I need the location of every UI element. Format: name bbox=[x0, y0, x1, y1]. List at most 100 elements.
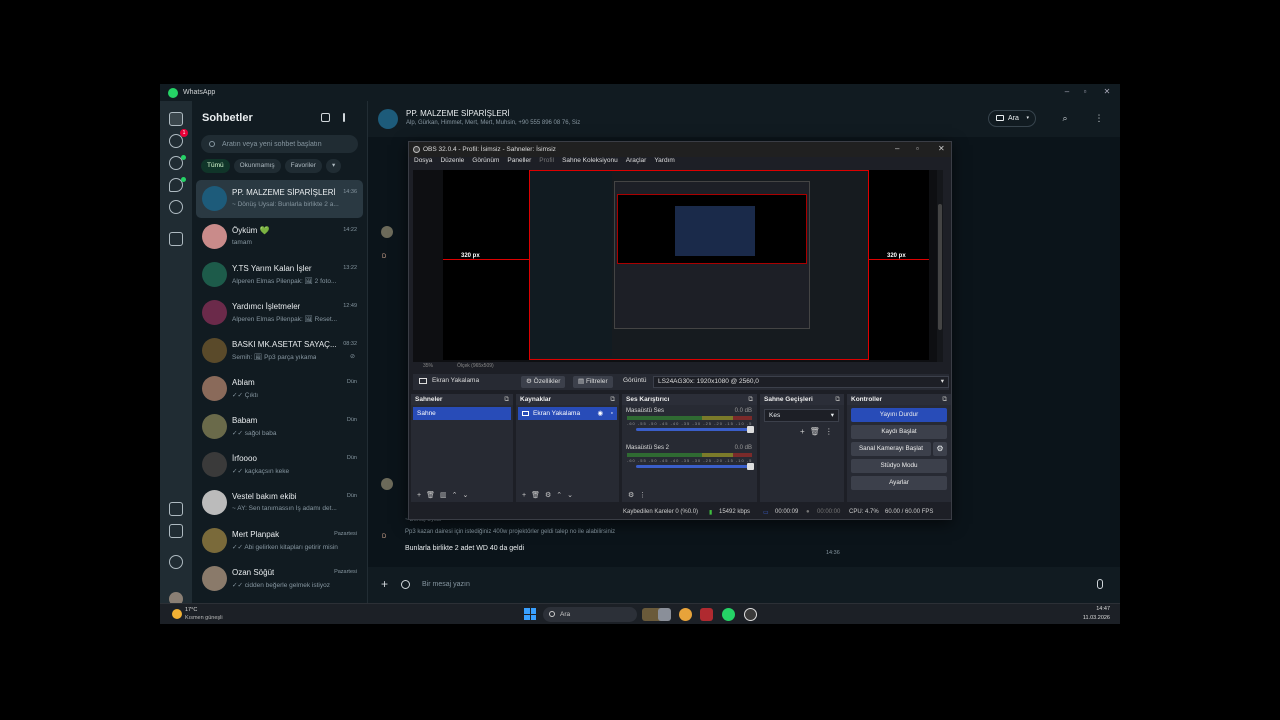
menu-icon[interactable] bbox=[343, 113, 345, 122]
chat-list-title: Sohbetler bbox=[202, 112, 253, 124]
chrome-icon[interactable] bbox=[679, 608, 692, 621]
whatsapp-icon[interactable] bbox=[722, 608, 735, 621]
menu-icon[interactable]: ⋮ bbox=[1094, 113, 1104, 123]
captured-screen-source[interactable] bbox=[529, 170, 869, 360]
start-recording-button[interactable]: Kaydı Başlat bbox=[851, 425, 947, 439]
menu-scene-collection[interactable]: Sahne Koleksiyonu bbox=[562, 157, 618, 169]
chat-list-item[interactable]: Babam Dün ✓✓ sağol baba bbox=[196, 408, 363, 446]
group-avatar[interactable] bbox=[378, 109, 398, 129]
menu-file[interactable]: Dosya bbox=[414, 157, 432, 169]
transition-select[interactable]: Kes ▾ bbox=[764, 409, 839, 422]
settings-button[interactable]: Ayarlar bbox=[851, 476, 947, 490]
chat-list-item[interactable]: PP. MALZEME SİPARİŞLERİ 14:36 ~ Dönüş Uysa… bbox=[196, 180, 363, 218]
nav-rail: 1 bbox=[160, 101, 192, 606]
volume-slider[interactable] bbox=[636, 426, 754, 433]
preview-scrollbar[interactable] bbox=[937, 170, 943, 362]
start-virtual-camera-button[interactable]: Sanal Kamerayı Başlat bbox=[851, 442, 931, 456]
dock-float-icon[interactable]: ⧉ bbox=[610, 394, 615, 405]
call-button[interactable]: Ara ▾ bbox=[988, 110, 1036, 127]
weather-condition[interactable]: Kısmen güneşli bbox=[185, 615, 223, 621]
chat-list-item[interactable]: Ablam Dün ✓✓ Çıktı bbox=[196, 370, 363, 408]
zoom-value[interactable]: 35% bbox=[423, 363, 433, 369]
source-item[interactable]: Ekran Yakalama ◉ ▫ bbox=[518, 407, 617, 420]
clock-date[interactable]: 11.03.2026 bbox=[1083, 615, 1110, 621]
mixer-toolbar[interactable]: ⚙⋮ bbox=[622, 490, 757, 502]
display-value: LS24AG30x: 1920x1080 @ 2560,0 bbox=[658, 378, 759, 385]
display-select[interactable]: LS24AG30x: 1920x1080 @ 2560,0 ▾ bbox=[653, 376, 949, 388]
volume-slider[interactable] bbox=[636, 463, 754, 470]
chevron-down-icon: ▾ bbox=[830, 412, 834, 419]
menu-tools[interactable]: Araçlar bbox=[626, 157, 647, 169]
clock-time[interactable]: 14:47 bbox=[1096, 606, 1110, 612]
lock-icon[interactable]: ▫ bbox=[611, 407, 613, 420]
minimize-icon[interactable]: – bbox=[895, 144, 899, 153]
menu-docks[interactable]: Paneller bbox=[507, 157, 531, 169]
menu-help[interactable]: Yardım bbox=[654, 157, 674, 169]
chat-list-item[interactable]: Vestel bakım ekibi Dün ~ AY: Sen tanımassı… bbox=[196, 484, 363, 522]
properties-button[interactable]: ⚙ Özellikler bbox=[521, 376, 566, 388]
close-icon[interactable]: ✕ bbox=[1101, 87, 1113, 96]
studio-mode-button[interactable]: Stüdyo Modu bbox=[851, 459, 947, 473]
close-icon[interactable]: ✕ bbox=[938, 144, 945, 153]
dock-float-icon[interactable]: ⧉ bbox=[835, 394, 840, 405]
chat-list-item[interactable]: Ozan Söğüt Pazartesi ✓✓ cidden beğerle gel… bbox=[196, 560, 363, 598]
scene-item[interactable]: Sahne bbox=[413, 407, 511, 420]
record-time: 00:00:00 bbox=[817, 509, 841, 515]
chat-time: Dün bbox=[346, 417, 357, 423]
filter-more[interactable]: ▾ bbox=[325, 159, 342, 173]
stop-streaming-button[interactable]: Yayını Durdur bbox=[851, 408, 947, 422]
emoji-icon[interactable] bbox=[401, 580, 410, 589]
chat-preview: tamam bbox=[232, 239, 252, 246]
menu-profile[interactable]: Profil bbox=[539, 157, 554, 169]
scrollbar-thumb[interactable] bbox=[938, 204, 942, 330]
sources-toolbar[interactable]: +🗑⚙⌃⌄ bbox=[516, 490, 619, 502]
channel-db: 0.0 dB bbox=[734, 445, 752, 451]
task-view-icon[interactable] bbox=[658, 608, 671, 621]
weather-sun-icon[interactable] bbox=[172, 609, 182, 619]
start-button[interactable] bbox=[524, 608, 536, 620]
weather-temp[interactable]: 17°C bbox=[185, 607, 197, 613]
menu-edit[interactable]: Düzenle bbox=[440, 157, 464, 169]
new-chat-icon[interactable] bbox=[321, 113, 330, 122]
maximize-icon[interactable]: ▫ bbox=[916, 144, 919, 153]
dock-float-icon[interactable]: ⧉ bbox=[504, 394, 509, 405]
visibility-eye-icon[interactable]: ◉ bbox=[597, 407, 603, 420]
app-icon[interactable] bbox=[700, 608, 713, 621]
group-name[interactable]: PP. MALZEME SİPARİŞLERİ bbox=[406, 109, 510, 118]
sender-avatar[interactable] bbox=[381, 226, 393, 238]
minimize-icon[interactable]: – bbox=[1061, 87, 1073, 96]
chat-list-item[interactable]: BASKI MK.ASETAT SAYAÇ... 08:32 Semih: 🖼 Pp… bbox=[196, 332, 363, 370]
attach-icon[interactable]: + bbox=[381, 578, 388, 590]
dock-float-icon[interactable]: ⧉ bbox=[748, 394, 753, 405]
search-icon[interactable]: ⌕ bbox=[1060, 113, 1070, 123]
chat-list-item[interactable]: Yardımcı İşletmeler 12:49 Alperen Elmas Pi… bbox=[196, 294, 363, 332]
chat-list-item[interactable]: Y.TS Yarım Kalan İşler 13:22 Alperen Elmas… bbox=[196, 256, 363, 294]
filters-button[interactable]: ▤ Filtreler bbox=[573, 376, 613, 388]
archive-icon[interactable] bbox=[169, 232, 183, 246]
communities-icon[interactable] bbox=[169, 200, 183, 214]
settings-icon[interactable] bbox=[169, 555, 183, 569]
search-input[interactable]: Aratın veya yeni sohbet başlatın bbox=[201, 135, 358, 153]
dock-float-icon[interactable]: ⧉ bbox=[942, 394, 947, 405]
chat-list-item[interactable]: Mert Planpak Pazartesi ✓✓ Abi gelirken kit… bbox=[196, 522, 363, 560]
media-icon[interactable] bbox=[169, 524, 183, 538]
menu-view[interactable]: Görünüm bbox=[472, 157, 499, 169]
filter-unread[interactable]: Okunmamış bbox=[233, 159, 281, 173]
scenes-toolbar[interactable]: +🗑▥⌃⌄ bbox=[411, 490, 513, 502]
filter-favorites[interactable]: Favoriler bbox=[284, 159, 322, 173]
obs-icon[interactable] bbox=[744, 608, 757, 621]
sender-avatar[interactable] bbox=[381, 478, 393, 490]
chat-list-item[interactable]: Öyküm 💚 14:22 tamam bbox=[196, 218, 363, 256]
chat-list-item[interactable]: İrfoooo Dün ✓✓ kaçkaçsın keke bbox=[196, 446, 363, 484]
virtual-camera-settings-icon[interactable]: ⚙ bbox=[933, 442, 947, 456]
message-input[interactable]: Bir mesaj yazın bbox=[422, 581, 470, 588]
obs-window: OBS 32.0.4 - Profil: İsimsiz - Sahneler:… bbox=[408, 141, 952, 520]
starred-icon[interactable] bbox=[169, 502, 183, 516]
filter-all[interactable]: Tümü bbox=[201, 159, 230, 173]
taskbar-search[interactable]: Ara bbox=[543, 607, 637, 622]
chats-icon[interactable] bbox=[169, 112, 183, 126]
microphone-icon[interactable] bbox=[1097, 579, 1103, 589]
transition-toolbar[interactable]: +🗑⋮ bbox=[800, 427, 844, 436]
obs-preview[interactable]: 320 px 320 px bbox=[413, 170, 943, 362]
maximize-icon[interactable]: ▫ bbox=[1079, 87, 1091, 96]
